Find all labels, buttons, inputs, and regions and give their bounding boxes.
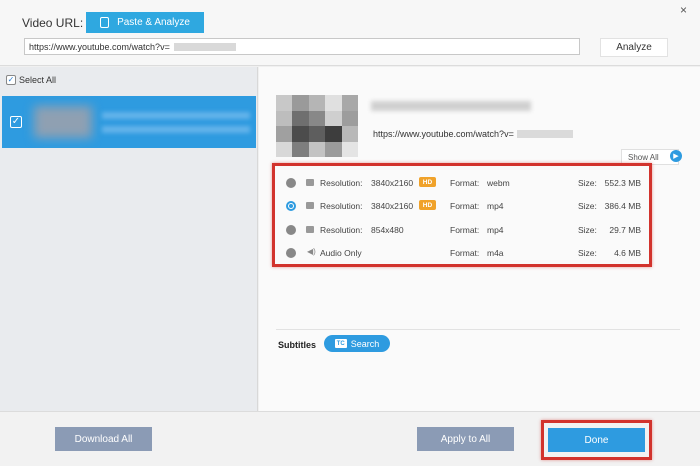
analyze-button[interactable]: Analyze <box>600 38 668 57</box>
thumbnail-pixel <box>308 95 326 111</box>
format-radio[interactable] <box>286 201 296 211</box>
thumbnail-pixel <box>308 126 326 142</box>
format-radio[interactable] <box>286 248 296 258</box>
format-label: Format: <box>450 248 480 258</box>
video-item-title-blur <box>102 112 250 119</box>
resolution-value: 3840x2160 <box>371 178 414 188</box>
thumbnail-pixel <box>341 95 358 111</box>
video-url-label: Video URL: <box>22 16 84 30</box>
thumbnail-pixel <box>325 141 342 157</box>
thumbnail-pixel <box>308 141 326 157</box>
thumbnail-pixel <box>276 95 293 111</box>
video-icon <box>306 179 314 186</box>
divider <box>276 329 680 330</box>
format-label: Format: <box>450 225 480 235</box>
resolution-value: 854x480 <box>371 225 404 235</box>
format-row[interactable]: Resolution: 854x480 Format: mp4 Size: 29.7 MB <box>275 219 649 242</box>
redacted-video-id <box>173 42 236 51</box>
size-value: 386.4 MB <box>604 201 641 211</box>
download-all-button[interactable]: Download All <box>55 427 152 451</box>
video-item-thumbnail <box>34 106 92 138</box>
video-link-text: https://www.youtube.com/watch?v= <box>373 129 514 139</box>
video-title-blur <box>371 101 531 111</box>
video-url-value: https://www.youtube.com/watch?v= <box>29 41 170 52</box>
audio-only-label: Audio Only <box>320 248 362 258</box>
video-thumbnail <box>276 95 358 157</box>
resolution-label: Resolution: <box>320 178 363 188</box>
video-list-panel: ✓ Select All ✓ <box>0 67 258 411</box>
subtitle-search-label: Search <box>350 338 380 349</box>
size-label: Size: <box>578 178 597 188</box>
size-value: 29.7 MB <box>609 225 641 235</box>
done-button[interactable]: Done <box>548 428 645 452</box>
show-all-label: Show All <box>628 152 659 162</box>
footer: Download All Apply to All Done <box>0 411 700 466</box>
thumbnail-pixel <box>325 95 342 111</box>
subtitle-icon: TC <box>334 339 347 348</box>
size-value: 4.6 MB <box>614 248 641 258</box>
size-value: 552.3 MB <box>604 178 641 188</box>
format-radio[interactable] <box>286 225 296 235</box>
subtitle-search-button[interactable]: TC Search <box>324 335 390 352</box>
close-icon[interactable]: × <box>680 3 687 17</box>
format-value: webm <box>487 178 510 188</box>
paste-analyze-label: Paste & Analyze <box>117 17 190 28</box>
size-label: Size: <box>578 201 597 211</box>
hd-badge: HD <box>419 177 436 187</box>
thumbnail-pixel <box>276 110 293 126</box>
thumbnail-pixel <box>276 126 293 142</box>
resolution-label: Resolution: <box>320 201 363 211</box>
format-row[interactable]: Resolution: 3840x2160 HD Format: webm Size: 55… <box>275 172 649 195</box>
format-value: mp4 <box>487 225 504 235</box>
format-options-box: Resolution: 3840x2160 HD Format: webm Size: 55… <box>272 163 652 267</box>
thumbnail-pixel <box>341 110 358 126</box>
thumbnail-pixel <box>292 95 309 111</box>
subtitles-label: Subtitles <box>278 340 317 350</box>
select-all-label: Select All <box>19 75 57 85</box>
format-value: mp4 <box>487 201 504 211</box>
thumbnail-pixel <box>325 126 342 142</box>
video-detail-panel: https://www.youtube.com/watch?v= Show Al… <box>259 67 700 411</box>
video-item-checkbox[interactable]: ✓ <box>10 116 22 128</box>
format-label: Format: <box>450 201 480 211</box>
select-all-checkbox[interactable]: ✓ <box>6 75 16 85</box>
redacted-video-id <box>516 130 573 138</box>
url-bar: Video URL: Paste & Analyze × https://www… <box>0 0 700 66</box>
video-item-title-blur <box>102 126 250 133</box>
size-label: Size: <box>578 248 597 258</box>
resolution-value: 3840x2160 <box>371 201 414 211</box>
thumbnail-pixel <box>292 126 309 142</box>
format-value: m4a <box>487 248 504 258</box>
done-highlight: Done <box>541 420 652 460</box>
size-label: Size: <box>578 225 597 235</box>
thumbnail-pixel <box>325 110 342 126</box>
thumbnail-pixel <box>292 141 309 157</box>
video-list-item[interactable]: ✓ <box>2 96 256 148</box>
format-row[interactable]: Resolution: 3840x2160 HD Format: mp4 Size: 386… <box>275 195 649 218</box>
format-row[interactable]: ◀) Audio Only Format: m4a Size: 4.6 MB <box>275 242 649 265</box>
resolution-label: Resolution: <box>320 225 363 235</box>
thumbnail-pixel <box>341 141 358 157</box>
hd-badge: HD <box>419 200 436 210</box>
speaker-icon: ◀) <box>307 247 316 256</box>
thumbnail-pixel <box>276 141 293 157</box>
thumbnail-pixel <box>341 126 358 142</box>
video-url-input[interactable]: https://www.youtube.com/watch?v= <box>24 38 580 55</box>
thumbnail-pixel <box>308 110 326 126</box>
format-label: Format: <box>450 178 480 188</box>
video-icon <box>306 202 314 209</box>
paste-analyze-button[interactable]: Paste & Analyze <box>86 12 204 33</box>
video-link: https://www.youtube.com/watch?v= <box>373 129 573 139</box>
select-all[interactable]: ✓ Select All <box>6 75 56 85</box>
play-circle-icon[interactable]: ▶ <box>670 150 682 162</box>
video-icon <box>306 226 314 233</box>
clipboard-icon <box>100 17 110 28</box>
apply-to-all-button[interactable]: Apply to All <box>417 427 514 451</box>
thumbnail-pixel <box>292 110 309 126</box>
format-radio[interactable] <box>286 178 296 188</box>
